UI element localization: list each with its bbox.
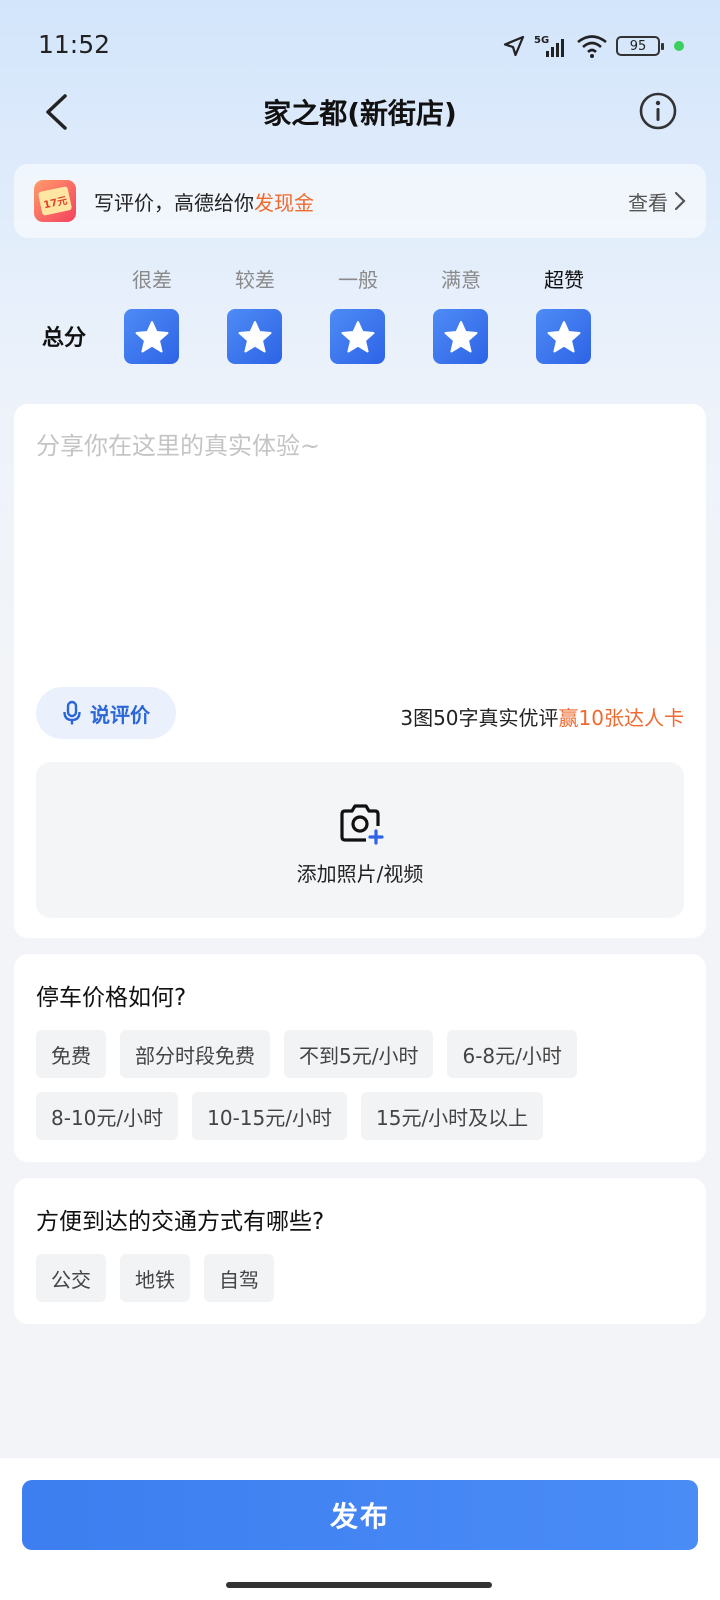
- parking-options: 免费 部分时段免费 不到5元/小时 6-8元/小时 8-10元/小时 10-15…: [36, 1030, 686, 1140]
- nav-bar: 家之都(新街店): [0, 80, 720, 144]
- wifi-icon: [577, 35, 607, 58]
- voice-review-button[interactable]: 说评价: [36, 687, 176, 739]
- review-text-input[interactable]: 分享你在这里的真实体验~: [36, 426, 320, 461]
- promo-text: 写评价，高德给你发现金: [94, 187, 314, 216]
- promo-view-label: 查看: [628, 190, 668, 215]
- battery-indicator: 95: [616, 36, 664, 56]
- promo-text-prefix: 写评价，高德给你: [94, 190, 254, 215]
- promo-text-highlight: 发现金: [254, 190, 314, 215]
- home-indicator[interactable]: [226, 1582, 492, 1588]
- parking-option[interactable]: 8-10元/小时: [36, 1092, 179, 1140]
- status-bar: 11:52 5G 95: [0, 0, 720, 92]
- voice-review-label: 说评价: [90, 702, 150, 727]
- transport-option[interactable]: 自驾: [204, 1254, 274, 1302]
- camera-plus-icon: [340, 804, 384, 845]
- star-icon: [536, 309, 591, 364]
- publish-button[interactable]: 发布: [22, 1480, 698, 1550]
- rating-star-4[interactable]: 满意: [433, 264, 489, 364]
- star-icon: [124, 309, 179, 364]
- rating-caption: 较差: [235, 268, 275, 292]
- status-time: 11:52: [38, 30, 111, 59]
- rating-star-1[interactable]: 很差: [124, 264, 180, 364]
- info-icon[interactable]: [638, 91, 678, 131]
- add-media-label: 添加照片/视频: [296, 862, 424, 886]
- parking-option[interactable]: 部分时段免费: [120, 1030, 270, 1078]
- chevron-right-icon: [674, 191, 686, 211]
- privacy-dot: [674, 41, 684, 51]
- parking-question: 停车价格如何?: [36, 985, 187, 1011]
- status-icons: 5G 95: [502, 32, 684, 60]
- bottom-bar: 发布: [0, 1458, 720, 1600]
- transport-option[interactable]: 地铁: [120, 1254, 190, 1302]
- transport-option[interactable]: 公交: [36, 1254, 106, 1302]
- rating-caption-selected: 超赞: [544, 268, 584, 292]
- location-arrow-icon: [503, 35, 525, 57]
- star-icon: [330, 309, 385, 364]
- rating-caption: 一般: [338, 268, 378, 292]
- microphone-icon: [63, 700, 81, 725]
- parking-option[interactable]: 10-15元/小时: [192, 1092, 347, 1140]
- rating-section: 总分 很差 较差 一般 满意 超赞: [0, 264, 720, 374]
- parking-question-card: 停车价格如何? 免费 部分时段免费 不到5元/小时 6-8元/小时 8-10元/…: [14, 954, 706, 1162]
- promo-banner[interactable]: 17元 写评价，高德给你发现金 查看: [14, 164, 706, 238]
- add-media-button[interactable]: 添加照片/视频: [36, 762, 684, 918]
- parking-option[interactable]: 15元/小时及以上: [361, 1092, 544, 1140]
- parking-option[interactable]: 不到5元/小时: [284, 1030, 434, 1078]
- battery-level: 95: [629, 38, 647, 54]
- star-icon: [433, 309, 488, 364]
- review-reward-hint: 3图50字真实优评赢10张达人卡: [400, 702, 684, 731]
- red-packet-amount: 17元: [37, 186, 73, 216]
- parking-option[interactable]: 6-8元/小时: [447, 1030, 577, 1078]
- transport-question: 方便到达的交通方式有哪些?: [36, 1209, 325, 1235]
- rating-caption: 很差: [132, 268, 172, 292]
- signal-5g-icon: 5G: [534, 35, 564, 57]
- rating-star-2[interactable]: 较差: [227, 264, 283, 364]
- rating-star-3[interactable]: 一般: [330, 264, 386, 364]
- transport-options: 公交 地铁 自驾: [36, 1254, 686, 1302]
- rating-label: 总分: [42, 326, 87, 351]
- page-title: 家之都(新街店): [263, 97, 457, 130]
- transport-question-card: 方便到达的交通方式有哪些? 公交 地铁 自驾: [14, 1178, 706, 1324]
- review-card: 分享你在这里的真实体验~ 说评价 3图50字真实优评赢10张达人卡 添加照片/视…: [14, 404, 706, 938]
- parking-option[interactable]: 免费: [36, 1030, 106, 1078]
- review-hint-highlight: 赢10张达人卡: [558, 706, 684, 730]
- rating-caption: 满意: [441, 268, 481, 292]
- review-hint-prefix: 3图50字真实优评: [400, 706, 559, 730]
- star-icon: [227, 309, 282, 364]
- promo-view-link[interactable]: 查看: [628, 187, 686, 216]
- red-packet-icon: 17元: [34, 180, 76, 222]
- svg-text:5G: 5G: [534, 35, 549, 46]
- rating-star-5[interactable]: 超赞: [536, 264, 592, 364]
